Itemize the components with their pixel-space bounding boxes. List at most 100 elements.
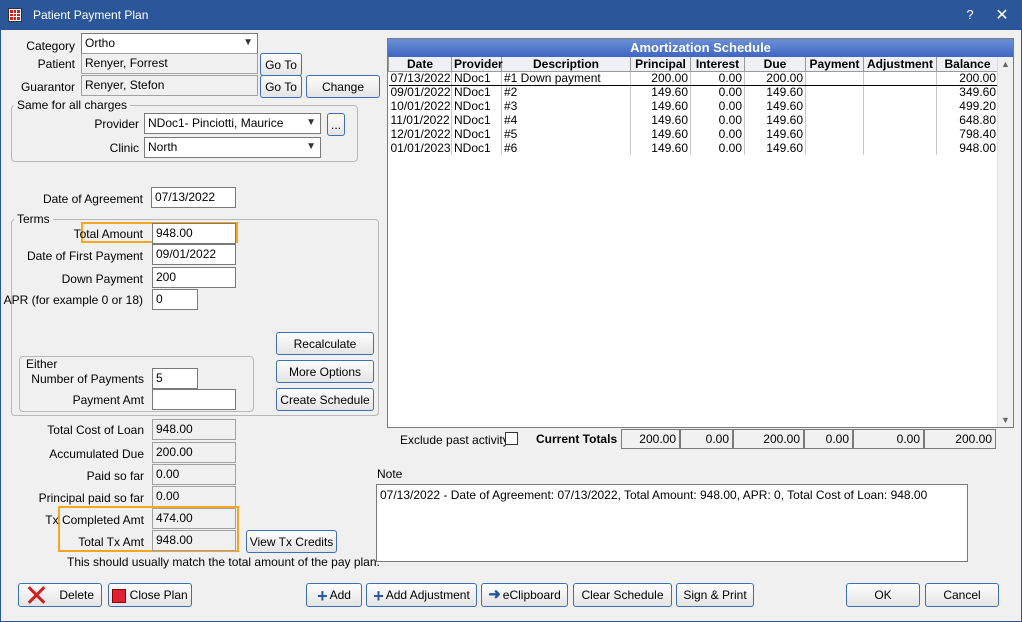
- guarantor-goto-button[interactable]: Go To: [260, 75, 302, 98]
- note-textarea[interactable]: 07/13/2022 - Date of Agreement: 07/13/20…: [376, 484, 968, 562]
- total-amount-field[interactable]: 948.00: [152, 223, 236, 244]
- cell-adjustment: [863, 85, 937, 99]
- help-icon[interactable]: ?: [963, 7, 977, 22]
- add-adjustment-button[interactable]: + Add Adjustment: [366, 583, 477, 607]
- principal-paid-label: Principal paid so far: [38, 491, 144, 505]
- scroll-up-icon[interactable]: ▲: [1001, 59, 1010, 69]
- col-description[interactable]: Description: [501, 57, 631, 72]
- col-balance[interactable]: Balance: [936, 57, 999, 72]
- cell-balance: 200.00: [936, 71, 999, 86]
- total-balance: 200.00: [924, 429, 996, 449]
- total-interest: 0.00: [680, 429, 733, 449]
- app-grid-icon: [8, 8, 22, 22]
- more-options-button[interactable]: More Options: [276, 360, 374, 383]
- down-payment-field[interactable]: 200: [152, 267, 236, 288]
- cell-balance: 648.80: [936, 113, 999, 127]
- eclipboard-button[interactable]: ➜ eClipboard: [481, 583, 568, 607]
- paid-so-far-label: Paid so far: [86, 469, 144, 483]
- table-row[interactable]: 12/01/2022 NDoc1 #5 149.60 0.00 149.60 7…: [388, 127, 999, 141]
- cancel-button[interactable]: Cancel: [925, 583, 999, 607]
- chevron-down-icon: ▼: [306, 141, 316, 152]
- tx-completed-field: 474.00: [152, 508, 236, 529]
- exclude-past-checkbox[interactable]: [505, 432, 518, 445]
- table-row[interactable]: 09/01/2022 NDoc1 #2 149.60 0.00 149.60 3…: [388, 85, 999, 99]
- clear-schedule-button[interactable]: Clear Schedule: [573, 583, 672, 607]
- first-payment-field[interactable]: 09/01/2022: [152, 244, 236, 265]
- cell-description: #6: [501, 141, 631, 155]
- ok-button[interactable]: OK: [846, 583, 920, 607]
- cell-adjustment: [863, 113, 937, 127]
- num-payments-label: Number of Payments: [31, 372, 144, 386]
- view-tx-credits-button[interactable]: View Tx Credits: [246, 530, 337, 553]
- cell-date: 10/01/2022: [388, 99, 452, 113]
- col-due[interactable]: Due: [744, 57, 806, 72]
- date-agreement-field[interactable]: 07/13/2022: [151, 187, 236, 208]
- delete-button[interactable]: Delete: [18, 583, 102, 607]
- first-payment-label: Date of First Payment: [26, 249, 143, 263]
- cell-balance: 349.60: [936, 85, 999, 99]
- cell-principal: 200.00: [630, 71, 691, 86]
- col-principal[interactable]: Principal: [630, 57, 691, 72]
- cell-description: #5: [501, 127, 631, 141]
- cell-due: 149.60: [744, 85, 806, 99]
- cell-adjustment: [863, 141, 937, 155]
- total-adjustment: 0.00: [853, 429, 924, 449]
- patient-goto-button[interactable]: Go To: [260, 53, 302, 76]
- guarantor-field[interactable]: Renyer, Stefon: [81, 75, 258, 96]
- cell-date: 11/01/2022: [388, 113, 452, 127]
- num-payments-field[interactable]: 5: [152, 368, 198, 389]
- clinic-label: Clinic: [109, 141, 139, 155]
- cell-principal: 149.60: [630, 127, 691, 141]
- amortization-grid[interactable]: Amortization Schedule Date Provider Desc…: [387, 38, 1014, 428]
- close-plan-icon: [112, 588, 127, 603]
- add-button[interactable]: + Add: [306, 583, 362, 607]
- either-title: Either: [23, 357, 61, 371]
- clinic-select[interactable]: North ▼: [144, 137, 321, 158]
- cell-adjustment: [863, 71, 937, 86]
- patient-field[interactable]: Renyer, Forrest: [81, 53, 258, 74]
- cell-description: #4: [501, 113, 631, 127]
- payment-amt-field[interactable]: [152, 389, 236, 410]
- col-adjustment[interactable]: Adjustment: [863, 57, 937, 72]
- category-select[interactable]: Ortho ▼: [81, 33, 258, 54]
- note-label: Note: [377, 467, 403, 481]
- cell-date: 12/01/2022: [388, 127, 452, 141]
- provider-label: Provider: [94, 117, 139, 131]
- table-row[interactable]: 01/01/2023 NDoc1 #6 149.60 0.00 149.60 9…: [388, 141, 999, 155]
- grid-scrollbar[interactable]: ▲ ▼: [997, 57, 1013, 427]
- provider-select[interactable]: NDoc1- Pinciotti, Maurice ▼: [144, 113, 321, 134]
- cell-provider: NDoc1: [451, 127, 502, 141]
- col-provider[interactable]: Provider: [451, 57, 503, 72]
- cell-interest: 0.00: [690, 99, 745, 113]
- total-cost-field: 948.00: [152, 419, 236, 440]
- create-schedule-button[interactable]: Create Schedule: [276, 388, 374, 411]
- clinic-value: North: [148, 140, 178, 154]
- close-plan-button[interactable]: Close Plan: [108, 583, 192, 607]
- table-row[interactable]: 10/01/2022 NDoc1 #3 149.60 0.00 149.60 4…: [388, 99, 999, 113]
- change-guarantor-button[interactable]: Change: [306, 75, 380, 98]
- scroll-down-icon[interactable]: ▼: [1001, 415, 1010, 425]
- sign-print-button[interactable]: Sign & Print: [676, 583, 754, 607]
- apr-field[interactable]: 0: [152, 289, 198, 310]
- plus-icon: +: [317, 585, 328, 606]
- table-row[interactable]: 11/01/2022 NDoc1 #4 149.60 0.00 149.60 6…: [388, 113, 999, 127]
- total-payment: 0.00: [804, 429, 853, 449]
- cell-due: 149.60: [744, 127, 806, 141]
- cell-date: 09/01/2022: [388, 85, 452, 99]
- cell-date: 01/01/2023: [388, 141, 452, 155]
- cell-due: 200.00: [744, 71, 806, 86]
- col-interest[interactable]: Interest: [690, 57, 745, 72]
- cell-provider: NDoc1: [451, 141, 502, 155]
- col-payment[interactable]: Payment: [805, 57, 864, 72]
- col-date[interactable]: Date: [388, 57, 452, 72]
- cell-adjustment: [863, 99, 937, 113]
- cell-interest: 0.00: [690, 85, 745, 99]
- table-row[interactable]: 07/13/2022 NDoc1 #1 Down payment 200.00 …: [388, 71, 999, 86]
- recalculate-button[interactable]: Recalculate: [276, 332, 374, 355]
- apr-label: APR (for example 0 or 18): [3, 293, 143, 307]
- cell-balance: 798.40: [936, 127, 999, 141]
- provider-picker-button[interactable]: ...: [327, 113, 345, 136]
- cell-due: 149.60: [744, 141, 806, 155]
- cell-payment: [805, 141, 864, 155]
- close-icon[interactable]: ✕: [993, 5, 1011, 25]
